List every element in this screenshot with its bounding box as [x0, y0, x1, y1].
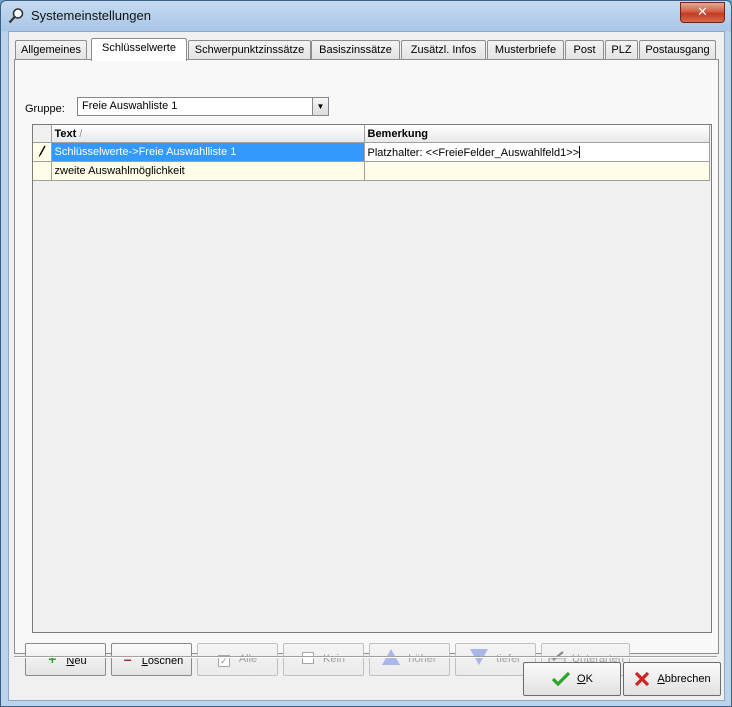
window-title: Systemeinstellungen: [31, 8, 151, 23]
table-row[interactable]: Schlüsselwerte->Freie Auswahlliste 1 Pla…: [33, 142, 710, 162]
text-caret: [579, 145, 581, 158]
chevron-down-icon[interactable]: ▼: [312, 98, 328, 115]
sort-indicator-icon: /: [79, 128, 83, 140]
tab-zusaetzl-infos[interactable]: Zusätzl. Infos: [401, 40, 486, 60]
cell-text[interactable]: Schlüsselwerte->Freie Auswahlliste 1: [51, 142, 365, 162]
cell-text[interactable]: zweite Auswahlmöglichkeit: [51, 161, 365, 181]
neu-button[interactable]: + Neu: [25, 643, 106, 676]
close-button[interactable]: ✕: [680, 2, 725, 23]
plus-icon: +: [48, 651, 57, 667]
minus-icon: –: [123, 651, 132, 667]
ok-button[interactable]: OK: [523, 662, 621, 696]
group-select-value: Freie Auswahliste 1: [82, 100, 178, 112]
close-icon: ✕: [697, 4, 708, 19]
kein-button[interactable]: Kein: [283, 643, 364, 676]
table-row[interactable]: zweite Auswahlmöglichkeit: [33, 161, 710, 181]
tab-schluesselwerte[interactable]: Schlüsselwerte: [91, 38, 187, 61]
tab-post[interactable]: Post: [565, 40, 604, 60]
tab-panel-schluesselwerte: Gruppe: Freie Auswahliste 1 ▼ Text / Beme…: [14, 59, 719, 676]
magnifier-icon: [8, 8, 24, 24]
column-header-text[interactable]: Text /: [51, 125, 365, 143]
footer-separator: [14, 656, 717, 658]
column-header-bemerkung[interactable]: Bemerkung: [364, 125, 710, 143]
values-table: Text / Bemerkung Schlüsselwerte->Freie Au…: [33, 125, 710, 181]
group-select[interactable]: Freie Auswahliste 1 ▼: [77, 97, 329, 116]
grid-header-row: Text / Bemerkung: [33, 125, 710, 143]
tab-musterbriefe[interactable]: Musterbriefe: [487, 40, 564, 60]
grid-corner-cell: [33, 125, 52, 143]
red-x-icon: [635, 671, 650, 687]
abbrechen-button[interactable]: Abbrechen: [623, 662, 721, 696]
values-grid[interactable]: Text / Bemerkung Schlüsselwerte->Freie Au…: [32, 124, 712, 633]
checkmark-icon: [551, 671, 571, 687]
settings-window: Systemeinstellungen ✕ Allgemeines Schlüs…: [0, 0, 732, 707]
row-indicator[interactable]: [33, 142, 52, 162]
hoeher-button[interactable]: höher: [369, 643, 450, 676]
cell-bemerkung[interactable]: [364, 161, 710, 181]
dialog-client-area: Allgemeines Schlüsselwerte Schwerpunktzi…: [8, 31, 725, 701]
empty-box-icon: [301, 652, 314, 664]
tab-basiszinssaetze[interactable]: Basiszinssätze: [311, 40, 400, 60]
row-indicator[interactable]: [33, 161, 52, 181]
alle-button[interactable]: ✓ Alle: [197, 643, 278, 676]
tab-postausgang[interactable]: Postausgang: [639, 40, 716, 60]
tab-allgemeines[interactable]: Allgemeines: [15, 40, 87, 60]
group-label: Gruppe:: [25, 103, 65, 115]
title-bar[interactable]: Systemeinstellungen ✕: [1, 1, 731, 31]
loeschen-button[interactable]: – Löschen: [111, 643, 192, 676]
tab-schwerpunktzinssaetze[interactable]: Schwerpunktzinssätze: [188, 40, 311, 60]
cell-bemerkung-editing[interactable]: Platzhalter: <<FreieFelder_Auswahlfeld1>…: [364, 142, 710, 162]
pencil-icon: [38, 145, 46, 157]
tab-plz[interactable]: PLZ: [605, 40, 638, 60]
